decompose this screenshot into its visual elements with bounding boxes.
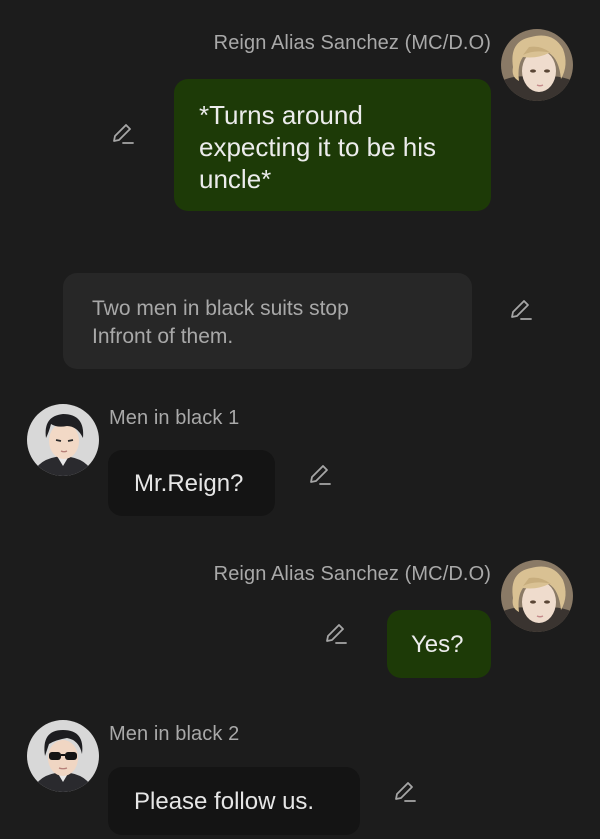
narration-text: Two men in black suits stop Infront of t… xyxy=(92,297,349,348)
men-in-black-2-avatar[interactable] xyxy=(27,720,99,792)
message-bubble[interactable]: Please follow us. xyxy=(108,767,360,835)
sender-name: Men in black 2 xyxy=(109,723,240,745)
message-text: Please follow us. xyxy=(134,788,315,815)
pencil-edit-icon[interactable] xyxy=(110,121,136,147)
message-text: Mr.Reign? xyxy=(134,470,244,497)
narration-bubble[interactable]: Two men in black suits stop Infront of t… xyxy=(63,273,472,369)
sender-name: Men in black 1 xyxy=(109,407,240,429)
reign-avatar[interactable] xyxy=(501,29,573,101)
message-bubble[interactable]: Yes? xyxy=(387,610,491,678)
dark-haired-character-portrait xyxy=(27,404,99,476)
sender-name: Reign Alias Sanchez (MC/D.O) xyxy=(213,32,491,54)
pencil-edit-icon[interactable] xyxy=(392,779,418,805)
pencil-edit-icon[interactable] xyxy=(323,621,349,647)
sender-name: Reign Alias Sanchez (MC/D.O) xyxy=(213,563,491,585)
blond-character-portrait xyxy=(501,560,573,632)
sunglasses-character-portrait xyxy=(27,720,99,792)
reign-avatar[interactable] xyxy=(501,560,573,632)
message-bubble[interactable]: Mr.Reign? xyxy=(108,450,275,516)
message-text: *Turns around expecting it to be his unc… xyxy=(199,100,437,194)
men-in-black-1-avatar[interactable] xyxy=(27,404,99,476)
pencil-edit-icon[interactable] xyxy=(508,297,534,323)
message-bubble[interactable]: *Turns around expecting it to be his unc… xyxy=(174,79,491,211)
pencil-edit-icon[interactable] xyxy=(307,462,333,488)
blond-character-portrait xyxy=(501,29,573,101)
message-text: Yes? xyxy=(411,631,464,658)
